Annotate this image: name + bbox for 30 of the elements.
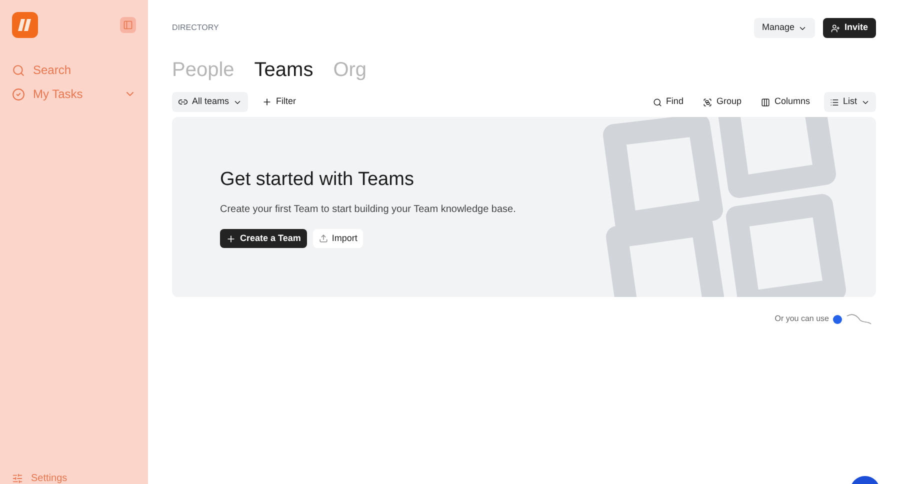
toolbar-button[interactable]: Find bbox=[646, 92, 690, 112]
empty-state-description: Create your first Team to start building your Team knowledge base. bbox=[220, 203, 516, 218]
all-teams-dropdown[interactable]: All teams bbox=[172, 92, 248, 112]
find-icon bbox=[652, 98, 662, 106]
plus-icon bbox=[226, 234, 236, 244]
link-icon bbox=[178, 97, 188, 107]
app-logo-icon[interactable] bbox=[12, 12, 38, 38]
invite-button[interactable]: Invite bbox=[823, 18, 876, 38]
empty-state-title: Get started with Teams bbox=[220, 168, 415, 192]
toolbar-button[interactable]: Columns bbox=[755, 92, 816, 112]
filter-button[interactable]: Filter bbox=[256, 92, 302, 112]
columns-icon bbox=[761, 98, 770, 106]
search-icon bbox=[12, 64, 25, 76]
plus-icon bbox=[262, 97, 272, 107]
panel-icon bbox=[123, 20, 133, 30]
upload-icon bbox=[318, 234, 328, 244]
tab[interactable]: Teams bbox=[254, 55, 314, 85]
view-dropdown[interactable]: List bbox=[824, 92, 876, 112]
list-icon bbox=[830, 98, 839, 106]
group-icon bbox=[703, 98, 712, 106]
user-plus-icon bbox=[831, 24, 840, 32]
sliders-icon bbox=[12, 472, 23, 484]
toolbar-button[interactable]: Group bbox=[697, 92, 748, 112]
check-circle-icon bbox=[12, 88, 25, 100]
create-team-button[interactable]: Create a Team bbox=[220, 229, 307, 248]
breadcrumb: DIRECTORY bbox=[172, 22, 219, 34]
sidebar-toggle-button[interactable] bbox=[120, 17, 136, 33]
import-button[interactable]: Import bbox=[312, 229, 364, 248]
manage-button[interactable]: Manage bbox=[754, 18, 816, 38]
hint-text: Or you can use bbox=[774, 313, 829, 325]
